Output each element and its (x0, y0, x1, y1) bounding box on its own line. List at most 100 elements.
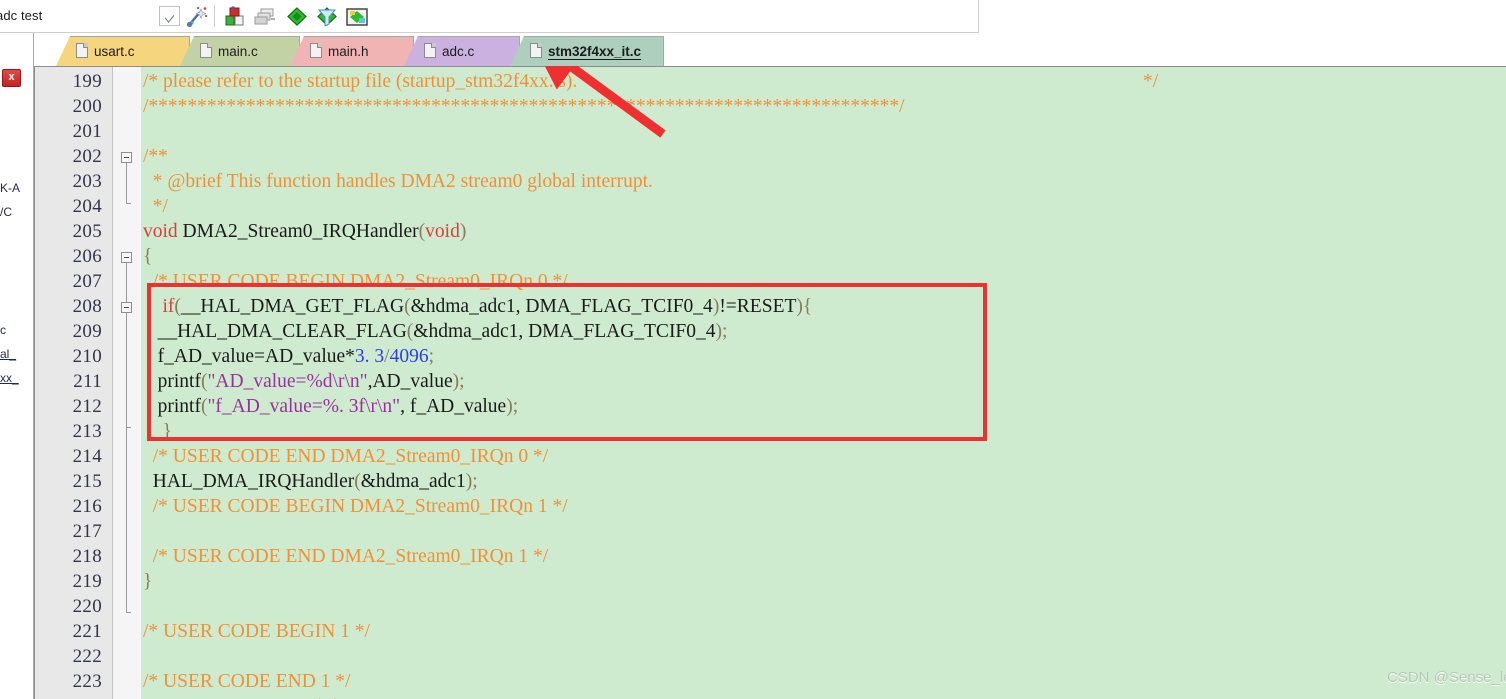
code-line[interactable]: /* USER CODE BEGIN DMA2_Stream0_IRQn 1 *… (143, 496, 568, 518)
code-token: __HAL_DMA_CLEAR_FLAG (143, 321, 407, 342)
project-tree-fragment[interactable]: K-A (0, 181, 20, 195)
code-line[interactable]: void DMA2_Stream0_IRQHandler(void) (143, 221, 466, 243)
code-line[interactable]: /* USER CODE BEGIN DMA2_Stream0_IRQn 0 *… (143, 271, 568, 293)
line-number: 212 (72, 396, 102, 417)
code-line-tail: */ (1143, 71, 1159, 92)
code-token: &hdma_adc1, DMA_FLAG_TCIF0_4 (410, 296, 713, 317)
project-name-label: adc test (0, 8, 43, 23)
code-line[interactable]: } (143, 571, 152, 593)
code-token: void (143, 221, 178, 242)
code-token: f_AD_value=AD_value* (143, 346, 355, 367)
tab-usart-c[interactable]: usart.c (56, 36, 190, 66)
project-tree-fragment[interactable]: /C (0, 205, 12, 219)
file-icon (424, 43, 436, 58)
code-line[interactable]: { (143, 246, 152, 268)
code-line[interactable]: /** (143, 146, 168, 168)
code-token: /** (143, 146, 168, 167)
code-line[interactable]: /***************************************… (143, 96, 905, 118)
code-token: ; (472, 471, 478, 492)
code-line[interactable]: if(__HAL_DMA_GET_FLAG(&hdma_adc1, DMA_FL… (143, 296, 813, 318)
code-token: } (143, 421, 172, 442)
code-token: void (425, 221, 460, 242)
code-token: { (143, 246, 153, 267)
code-line[interactable]: } (143, 421, 172, 443)
code-token: &hdma_adc1, DMA_FLAG_TCIF0_4 (413, 321, 716, 342)
line-number: 223 (72, 671, 102, 692)
code-token: ) (459, 221, 467, 242)
code-line[interactable]: * @brief This function handles DMA2 stre… (143, 171, 653, 193)
code-token: if (162, 296, 175, 317)
code-token: , f_AD_value (400, 396, 507, 417)
filter-target-icon[interactable] (316, 6, 338, 27)
line-number: 207 (72, 271, 102, 292)
tab-adc-c[interactable]: adc.c (404, 36, 520, 66)
code-token: /* USER CODE BEGIN DMA2_Stream0_IRQn 0 *… (143, 271, 568, 292)
keil-uvision-window: adc test x K-A /C c al_ xx_ usart.c main… (0, 0, 1506, 699)
line-number: 201 (72, 121, 102, 142)
code-token: /***************************************… (143, 96, 905, 117)
configuration-wizard-icon[interactable] (186, 6, 208, 28)
line-number: 200 (72, 96, 102, 117)
code-token: /* please refer to the startup file (sta… (143, 71, 578, 92)
code-token: &hdma_adc1 (360, 471, 466, 492)
code-token: /* USER CODE END DMA2_Stream0_IRQn 0 */ (143, 446, 549, 467)
line-number: 222 (72, 646, 102, 667)
code-token: * @brief This function handles DMA2 stre… (143, 171, 653, 192)
manage-project-items-icon[interactable] (224, 6, 246, 27)
close-icon[interactable]: x (2, 69, 21, 87)
code-token: /* USER CODE BEGIN DMA2_Stream0_IRQn 1 *… (143, 496, 568, 517)
code-line[interactable]: */ (143, 196, 168, 218)
code-line[interactable]: f_AD_value=AD_value*3. 3/4096; (143, 346, 434, 368)
multi-project-icon[interactable] (254, 6, 276, 27)
chevron-down-icon[interactable] (159, 6, 180, 26)
project-tree-fragment[interactable]: c (0, 323, 6, 337)
fold-toggle-202[interactable] (121, 152, 132, 163)
code-fold-column[interactable] (113, 67, 141, 699)
tab-label: adc.c (442, 44, 475, 59)
csdn-watermark: CSDN @Sense_long (1387, 669, 1506, 686)
file-icon (530, 43, 542, 58)
package-installer-icon[interactable] (346, 6, 368, 27)
code-line[interactable]: HAL_DMA_IRQHandler(&hdma_adc1); (143, 471, 478, 493)
target-options-icon[interactable] (286, 6, 308, 27)
line-number: 219 (72, 571, 102, 592)
code-token: DMA2_Stream0_IRQHandler (177, 221, 419, 242)
line-number: 218 (72, 546, 102, 567)
toolbar-separator (214, 5, 215, 27)
code-token: ,AD_value (367, 371, 453, 392)
line-number: 199 (72, 71, 102, 92)
tab-main-h[interactable]: main.h (290, 36, 414, 66)
file-icon (200, 43, 212, 58)
code-token: ; (722, 321, 728, 342)
code-line[interactable]: /* USER CODE END DMA2_Stream0_IRQn 1 */ (143, 546, 548, 568)
code-line[interactable]: /* USER CODE END DMA2_Stream0_IRQn 0 */ (143, 446, 548, 468)
code-token: printf (143, 396, 201, 417)
line-number: 208 (72, 296, 102, 317)
line-number: 215 (72, 471, 102, 492)
tab-stm32f4xx_it-c[interactable]: stm32f4xx_it.c (510, 36, 664, 66)
tab-label: main.h (328, 44, 369, 59)
code-token: } (143, 571, 153, 592)
code-text-area[interactable]: /* please refer to the startup file (sta… (141, 67, 1506, 699)
code-line[interactable]: /* USER CODE BEGIN 1 */ (143, 621, 370, 643)
fold-toggle-206[interactable] (121, 252, 132, 263)
line-number: 205 (72, 221, 102, 242)
code-line[interactable]: /* please refer to the startup file (sta… (143, 71, 577, 93)
code-editor[interactable]: 199 200 201 202 203 204 205 206 207 208 209 210 211 2… (34, 66, 1506, 699)
code-line[interactable]: printf("f_AD_value=%. 3f\r\n", f_AD_valu… (143, 396, 519, 418)
code-token: ; (428, 346, 434, 367)
code-line[interactable]: /* USER CODE END 1 */ (143, 671, 350, 693)
project-tree-fragment[interactable]: al_ (0, 347, 16, 361)
tab-main-c[interactable]: main.c (180, 36, 300, 66)
line-number: 206 (72, 246, 102, 267)
code-token: /* USER CODE END 1 */ (143, 671, 351, 692)
code-line[interactable]: printf("AD_value=%d\r\n",AD_value); (143, 371, 465, 393)
fold-toggle-208[interactable] (121, 302, 132, 313)
line-number: 216 (72, 496, 102, 517)
line-number: 209 (72, 321, 102, 342)
editor-tab-bar: usart.c main.c main.h adc.c stm32f4xx_it.c (34, 33, 1506, 67)
project-tree-fragment[interactable]: xx_ (0, 371, 19, 385)
file-icon (76, 43, 88, 58)
code-line[interactable]: __HAL_DMA_CLEAR_FLAG(&hdma_adc1, DMA_FLA… (143, 321, 728, 343)
